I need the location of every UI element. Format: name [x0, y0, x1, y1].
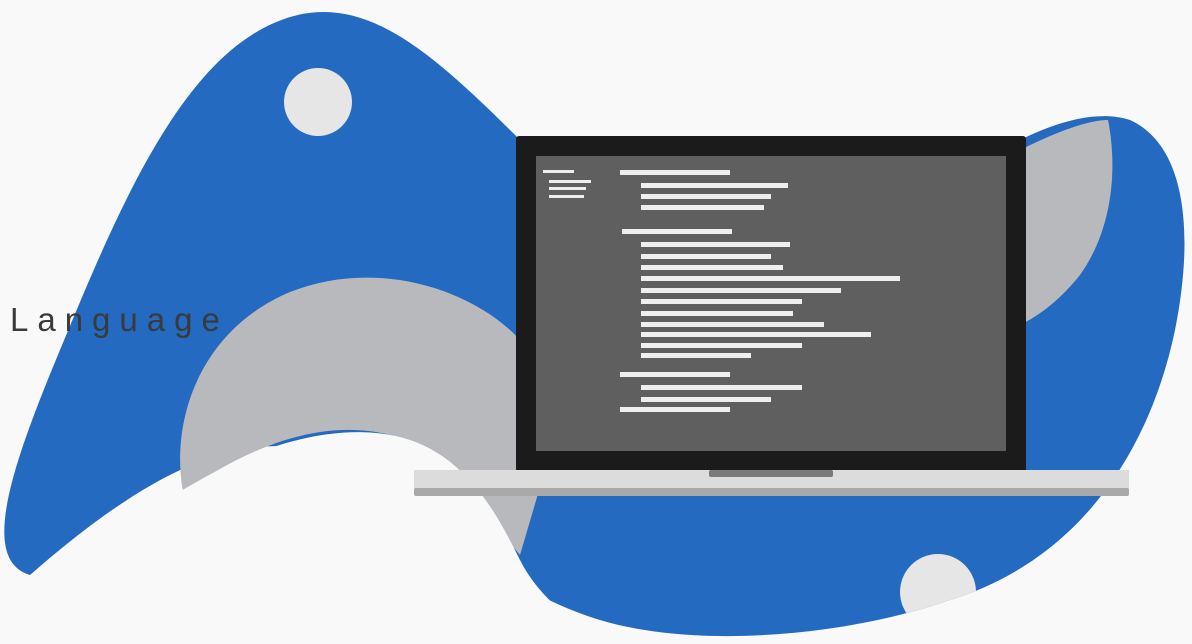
code-line: [641, 183, 788, 188]
code-line: [641, 397, 771, 402]
code-line: [641, 299, 802, 304]
code-line: [620, 170, 730, 175]
code-line: [549, 180, 591, 183]
code-line: [641, 385, 802, 390]
code-line: [620, 372, 730, 377]
code-line: [641, 343, 802, 348]
code-line: [549, 187, 586, 190]
code-line: [543, 170, 574, 173]
code-line: [641, 311, 793, 316]
code-line: [641, 254, 771, 259]
illustration: Language: [0, 0, 1192, 644]
language-heading: Language: [10, 301, 229, 338]
code-line: [641, 265, 783, 270]
laptop-base-edge: [414, 488, 1129, 496]
code-line: [641, 353, 751, 358]
code-line: [641, 205, 764, 210]
code-line: [641, 276, 900, 281]
laptop-notch: [709, 470, 833, 477]
code-line: [641, 322, 824, 327]
code-line: [641, 194, 771, 199]
circle-top: [284, 68, 352, 136]
code-line: [641, 242, 790, 247]
code-line: [622, 229, 732, 234]
code-line: [549, 195, 584, 198]
circle-bottom: [900, 554, 976, 630]
code-line: [641, 288, 841, 293]
laptop-icon: [414, 136, 1129, 496]
code-line: [641, 332, 871, 337]
code-line: [620, 407, 730, 412]
